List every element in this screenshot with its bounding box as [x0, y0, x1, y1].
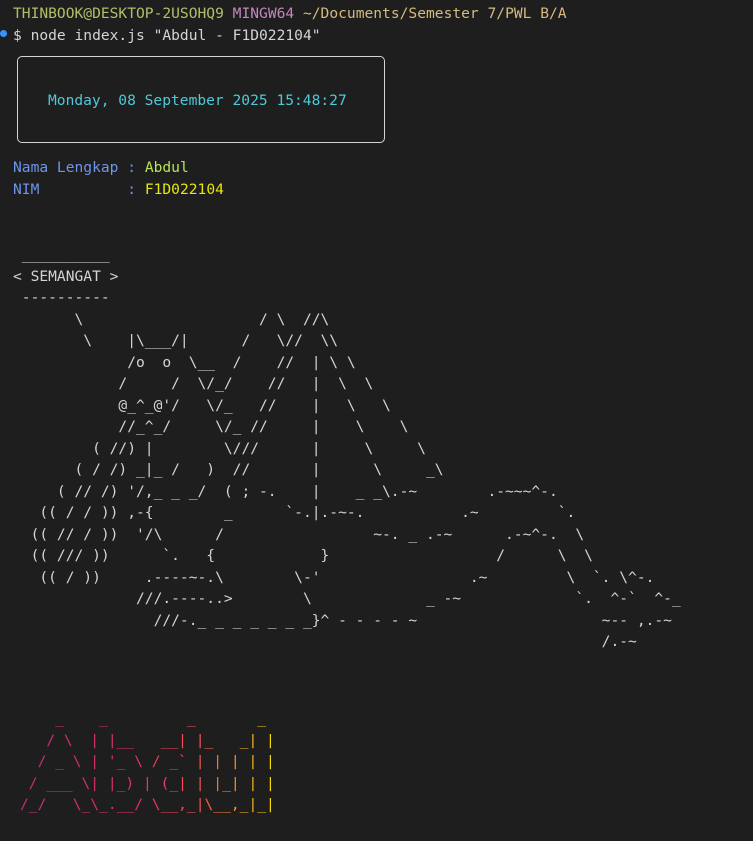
cowsay-dragon-ascii: __________ < SEMANGAT > ---------- \ / \…	[13, 246, 681, 650]
command-line: $ node index.js "Abdul - F1D022104"	[13, 27, 321, 44]
name-label: Nama Lengkap :	[13, 159, 137, 176]
nim-value: F1D022104	[144, 181, 224, 198]
name-value: Abdul	[144, 159, 189, 176]
prompt-path: ~/Documents/Semester 7/PWL B/A	[302, 5, 567, 22]
nim-row: NIM : F1D022104	[13, 179, 224, 201]
terminal-window[interactable]: THINBOOK@DESKTOP-2USOHQ9 MINGW64 ~/Docum…	[0, 0, 753, 841]
prompt-user-host: THINBOOK@DESKTOP-2USOHQ9	[13, 5, 224, 22]
prompt-line: THINBOOK@DESKTOP-2USOHQ9 MINGW64 ~/Docum…	[13, 3, 567, 25]
name-row: Nama Lengkap : Abdul	[13, 157, 189, 179]
prompt-shell: MINGW64	[232, 5, 295, 22]
datetime-text: Monday, 08 September 2025 15:48:27	[48, 92, 347, 109]
nim-label: NIM :	[13, 181, 137, 198]
command-status-dot-icon	[0, 30, 7, 37]
figlet-name-banner: _ _ _ _ / \ | |__ __| |_ _| | / _ \ | '_…	[20, 708, 275, 816]
